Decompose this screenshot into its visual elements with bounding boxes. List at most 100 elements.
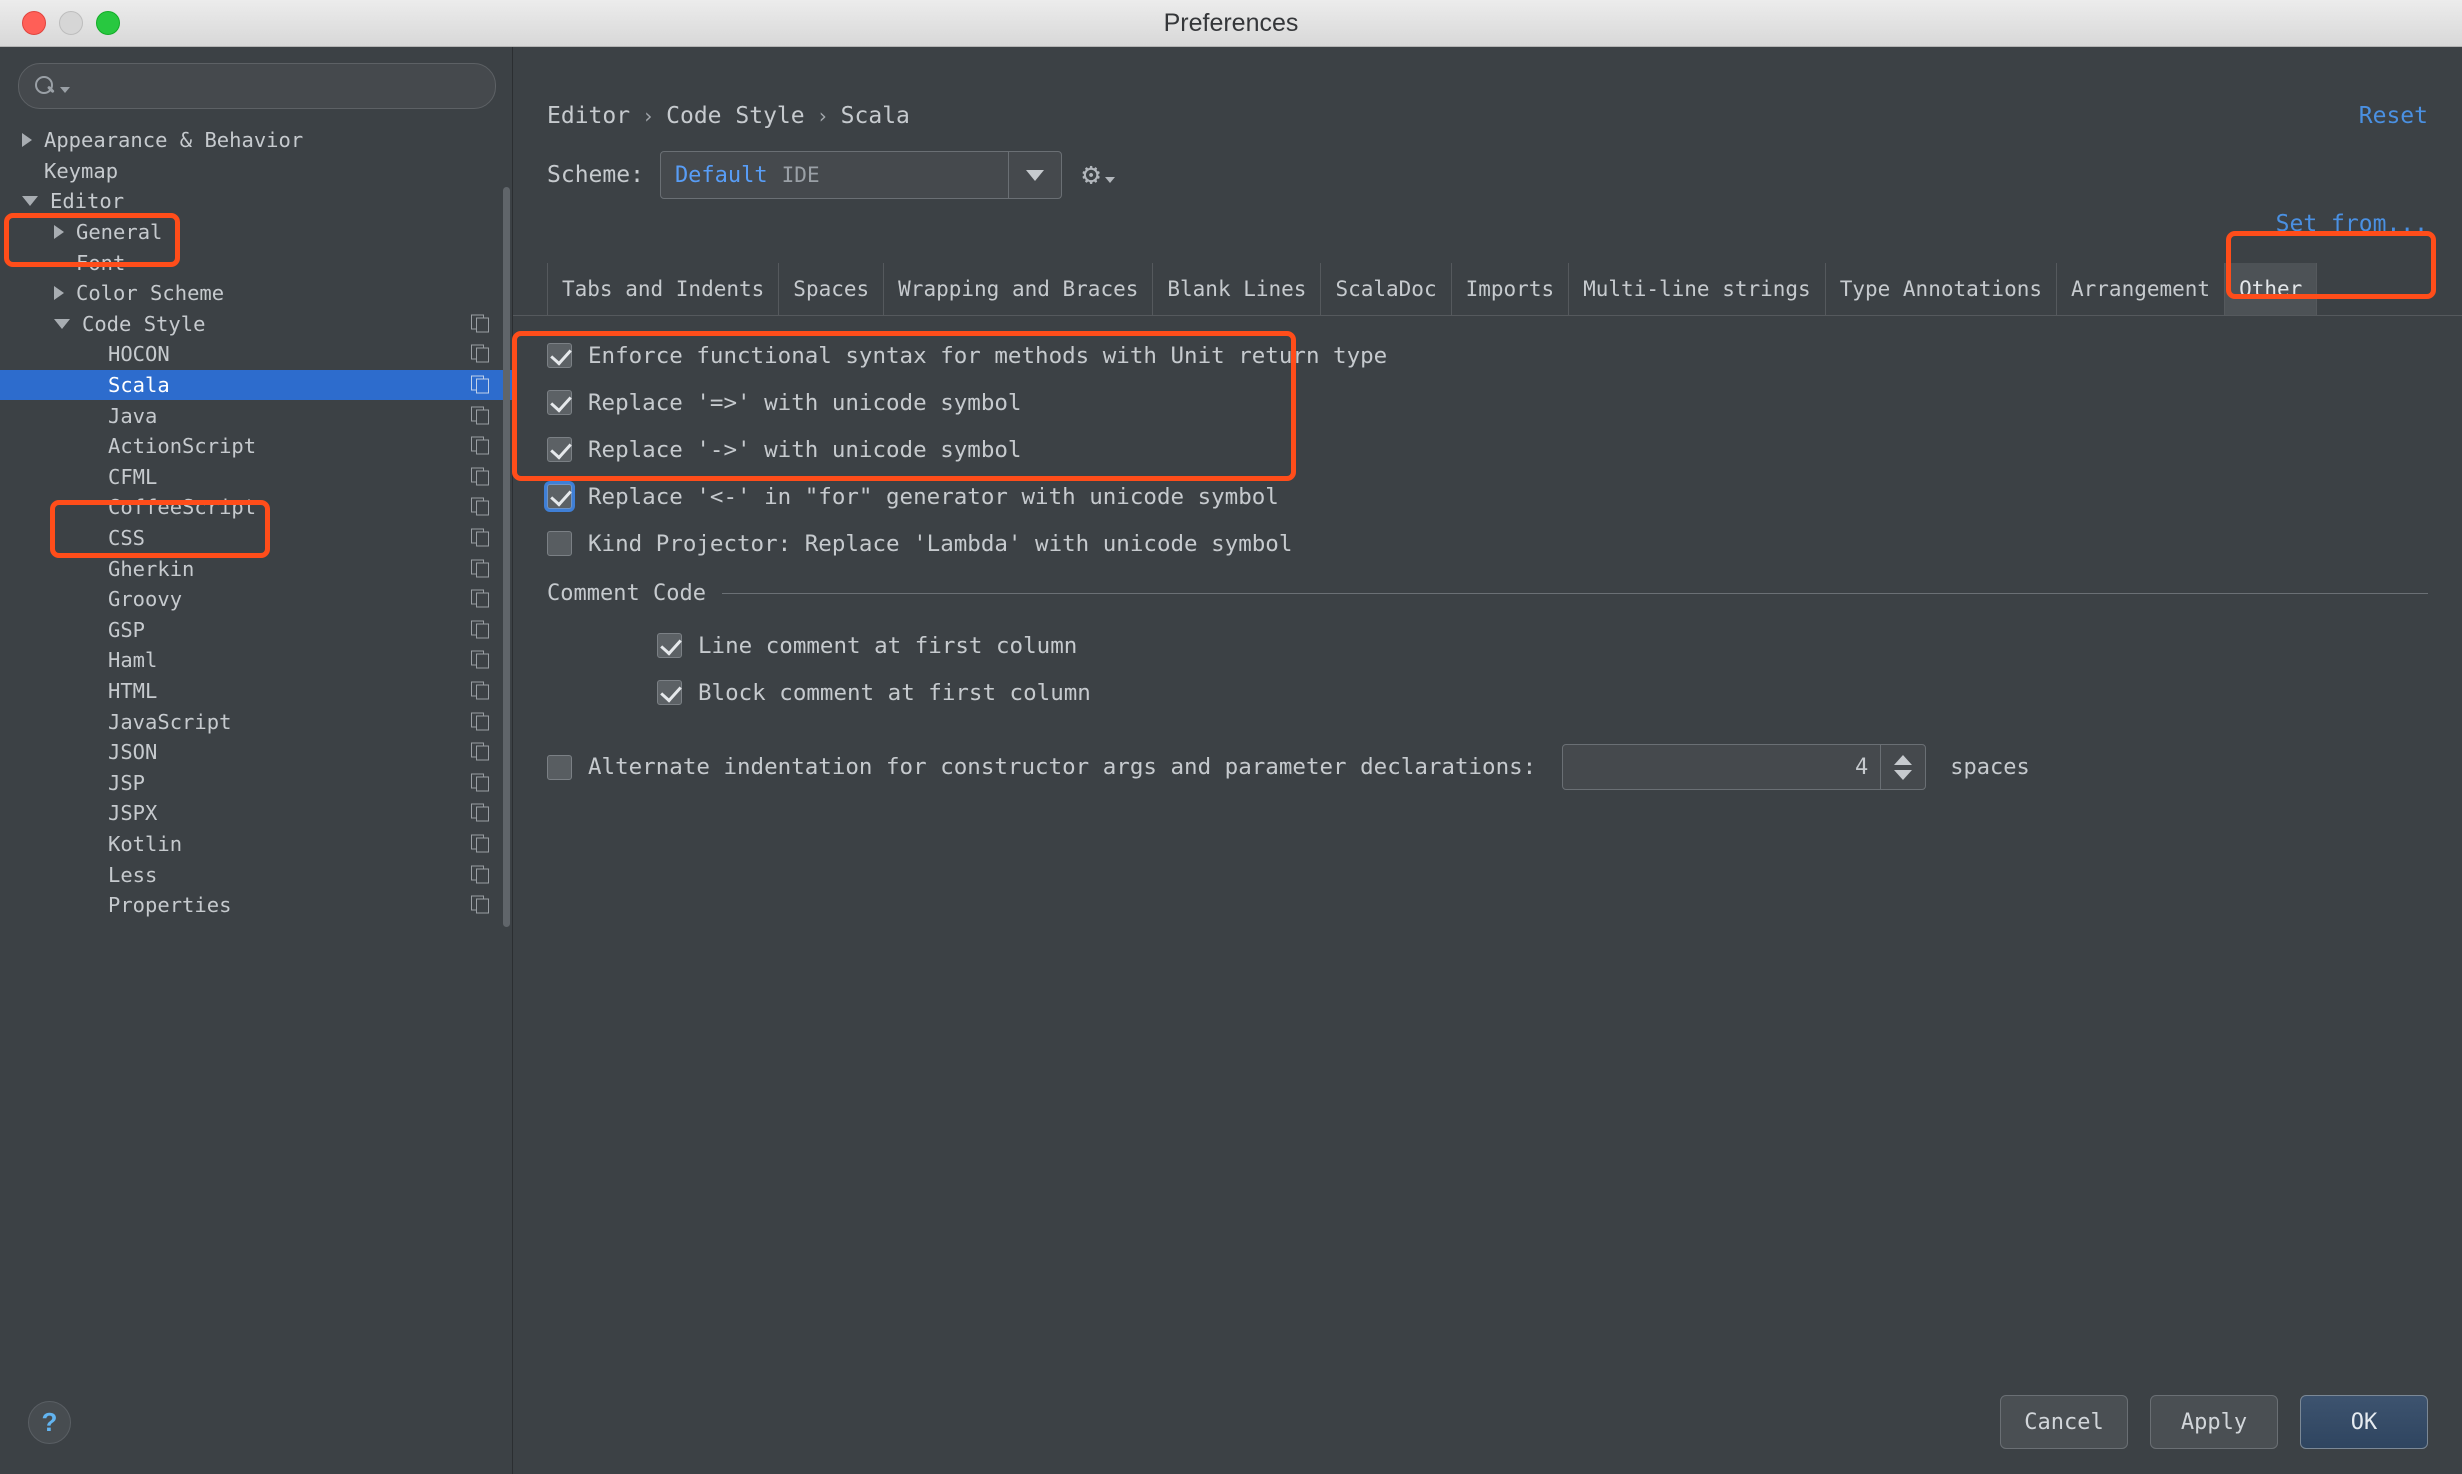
chevron-down-icon[interactable] — [54, 318, 70, 329]
scheme-select[interactable]: Default IDE — [659, 151, 1062, 199]
search-box[interactable] — [18, 63, 496, 109]
sidebar-scrollbar[interactable] — [503, 187, 510, 927]
breadcrumb-item-editor[interactable]: Editor — [547, 103, 630, 129]
option-row[interactable]: Line comment at first column — [585, 622, 2462, 669]
sidebar-item-editor[interactable]: Editor — [0, 186, 512, 217]
sidebar-item-actionscript[interactable]: ActionScript — [0, 431, 512, 462]
stepper-buttons[interactable] — [1880, 745, 1925, 789]
tab-tabs-and-indents[interactable]: Tabs and Indents — [547, 263, 780, 315]
reset-link[interactable]: Reset — [2359, 103, 2428, 129]
sidebar-item-kotlin[interactable]: Kotlin — [0, 829, 512, 860]
scheme-name: Default — [674, 162, 768, 188]
breadcrumb-item-code-style[interactable]: Code Style — [666, 103, 804, 129]
copy-scheme-icon[interactable] — [471, 865, 490, 884]
search-input[interactable] — [70, 74, 479, 98]
ok-button[interactable]: OK — [2300, 1395, 2428, 1449]
chevron-right-icon[interactable] — [22, 133, 32, 148]
sidebar-item-color-scheme[interactable]: Color Scheme — [0, 278, 512, 309]
copy-scheme-icon[interactable] — [471, 436, 490, 456]
checkbox[interactable] — [547, 531, 572, 556]
checkbox[interactable] — [657, 633, 682, 658]
option-row[interactable]: Replace '->' with unicode symbol — [513, 426, 2462, 473]
copy-scheme-icon[interactable] — [471, 467, 490, 486]
alternate-indentation-value[interactable]: 4 — [1563, 745, 1880, 789]
option-row[interactable]: Replace '<-' in "for" generator with uni… — [513, 473, 2462, 520]
sidebar-item-css[interactable]: CSS — [0, 523, 512, 554]
copy-scheme-icon[interactable] — [471, 681, 490, 700]
sidebar-item-label: JSON — [108, 740, 158, 765]
sidebar-item-less[interactable]: Less — [0, 859, 512, 890]
chevron-right-icon[interactable] — [54, 225, 64, 240]
copy-scheme-icon[interactable] — [471, 559, 490, 578]
chevron-right-icon[interactable] — [54, 286, 64, 301]
apply-button[interactable]: Apply — [2150, 1395, 2278, 1449]
checkbox[interactable] — [547, 343, 572, 368]
sidebar-item-hocon[interactable]: HOCON — [0, 339, 512, 370]
sidebar-item-font[interactable]: Font — [0, 247, 512, 278]
copy-scheme-icon[interactable] — [471, 375, 490, 395]
checkbox[interactable] — [547, 437, 572, 462]
copy-scheme-icon[interactable] — [471, 895, 490, 915]
sidebar-item-code-style[interactable]: Code Style — [0, 309, 512, 340]
copy-scheme-icon[interactable] — [471, 834, 490, 853]
option-row[interactable]: Kind Projector: Replace 'Lambda' with un… — [513, 520, 2462, 567]
checkbox[interactable] — [547, 484, 572, 509]
scheme-settings-button[interactable]: ⚙ — [1082, 160, 1115, 190]
copy-scheme-icon[interactable] — [471, 589, 490, 609]
option-label: Kind Projector: Replace 'Lambda' with un… — [588, 530, 1293, 557]
copy-scheme-icon[interactable] — [471, 314, 490, 333]
sidebar-item-html[interactable]: HTML — [0, 676, 512, 707]
sidebar-item-appearance-behavior[interactable]: Appearance & Behavior — [0, 125, 512, 156]
tab-spaces[interactable]: Spaces — [779, 263, 885, 315]
stepper-down-icon[interactable] — [1894, 769, 1913, 780]
sidebar-item-gherkin[interactable]: Gherkin — [0, 553, 512, 584]
sidebar-item-properties[interactable]: Properties — [0, 890, 512, 921]
sidebar-item-groovy[interactable]: Groovy — [0, 584, 512, 615]
checkbox[interactable] — [547, 390, 572, 415]
copy-scheme-icon[interactable] — [471, 773, 490, 792]
help-button[interactable]: ? — [28, 1400, 71, 1444]
tab-imports[interactable]: Imports — [1452, 263, 1570, 315]
copy-scheme-icon[interactable] — [471, 803, 490, 823]
copy-scheme-icon[interactable] — [471, 650, 490, 670]
sidebar-item-json[interactable]: JSON — [0, 737, 512, 768]
copy-scheme-icon[interactable] — [471, 712, 490, 731]
set-from-link[interactable]: Set from... — [2276, 211, 2428, 237]
alternate-indentation-stepper[interactable]: 4 — [1562, 744, 1927, 790]
tab-other[interactable]: Other — [2225, 263, 2318, 315]
sidebar-item-scala[interactable]: Scala — [0, 369, 512, 401]
sidebar-item-jsp[interactable]: JSP — [0, 767, 512, 798]
option-row[interactable]: Block comment at first column — [585, 669, 2462, 716]
sidebar-item-coffeescript[interactable]: CoffeeScript — [0, 492, 512, 523]
copy-scheme-icon[interactable] — [471, 344, 490, 364]
sidebar-item-java[interactable]: Java — [0, 400, 512, 431]
sidebar-item-keymap[interactable]: Keymap — [0, 156, 512, 187]
stepper-up-icon[interactable] — [1894, 754, 1913, 765]
alternate-indentation-checkbox[interactable] — [547, 754, 572, 780]
tab-wrapping-and-braces[interactable]: Wrapping and Braces — [884, 263, 1154, 315]
sidebar-item-javascript[interactable]: JavaScript — [0, 706, 512, 737]
tab-scaladoc[interactable]: ScalaDoc — [1321, 263, 1452, 315]
chevron-down-icon[interactable] — [60, 86, 70, 93]
tab-arrangement[interactable]: Arrangement — [2057, 263, 2226, 315]
copy-scheme-icon[interactable] — [471, 528, 490, 548]
sidebar-item-cfml[interactable]: CFML — [0, 462, 512, 493]
copy-scheme-icon[interactable] — [471, 742, 490, 762]
option-row[interactable]: Replace '=>' with unicode symbol — [513, 379, 2462, 426]
copy-scheme-icon[interactable] — [471, 497, 490, 517]
copy-scheme-icon[interactable] — [471, 620, 490, 639]
tab-multi-line-strings[interactable]: Multi-line strings — [1569, 263, 1826, 315]
copy-scheme-icon[interactable] — [471, 406, 490, 425]
tab-blank-lines[interactable]: Blank Lines — [1153, 263, 1322, 315]
sidebar-item-gsp[interactable]: GSP — [0, 615, 512, 646]
checkbox[interactable] — [657, 680, 682, 705]
cancel-button[interactable]: Cancel — [2000, 1395, 2128, 1449]
scheme-dropdown-arrow[interactable] — [1007, 152, 1061, 198]
sidebar-item-haml[interactable]: Haml — [0, 645, 512, 676]
chevron-down-icon[interactable] — [22, 196, 38, 207]
tab-type-annotations[interactable]: Type Annotations — [1826, 263, 2057, 315]
breadcrumb-item-scala[interactable]: Scala — [841, 103, 910, 129]
option-row[interactable]: Enforce functional syntax for methods wi… — [513, 332, 2462, 379]
sidebar-item-general[interactable]: General — [0, 217, 512, 248]
sidebar-item-jspx[interactable]: JSPX — [0, 798, 512, 829]
